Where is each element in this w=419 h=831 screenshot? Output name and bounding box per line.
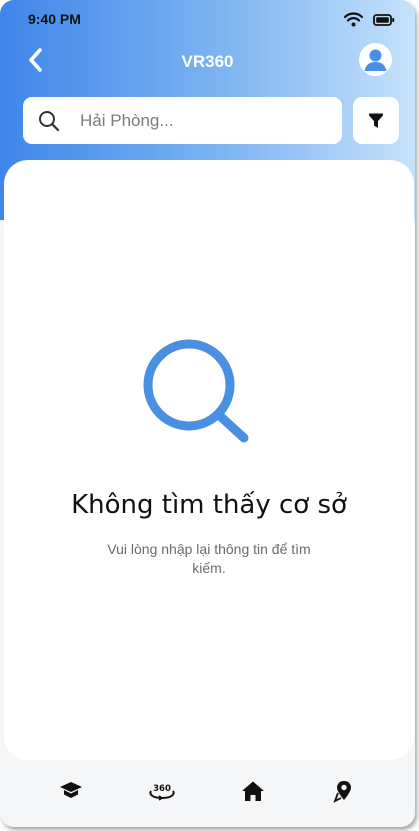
page-title: VR360 <box>181 52 234 71</box>
user-avatar-icon <box>364 49 387 71</box>
filter-button[interactable] <box>353 97 399 144</box>
search-icon <box>39 110 60 131</box>
app-frame: 9:40 PM VR360 Hải Phòng... Không tìm thấ… <box>0 0 415 827</box>
svg-text:360: 360 <box>153 784 171 794</box>
battery-icon <box>373 13 395 26</box>
empty-state-message: Vui lòng nhập lại thông tin để tìm kiếm. <box>107 541 311 576</box>
bottom-navigation: 360 <box>0 765 415 817</box>
filter-icon <box>369 113 383 128</box>
vr360-icon: 360 <box>149 784 175 801</box>
avatar-button[interactable] <box>359 43 392 76</box>
nav-item-education[interactable] <box>54 774 88 808</box>
status-time: 9:40 PM <box>28 11 81 27</box>
map-pin-icon <box>332 781 351 803</box>
empty-state-title: Không tìm thấy cơ sở <box>71 490 347 520</box>
nav-item-home[interactable] <box>236 774 270 808</box>
search-input[interactable] <box>78 109 322 132</box>
results-panel: Không tìm thấy cơ sở Vui lòng nhập lại t… <box>4 160 414 760</box>
nav-item-map[interactable] <box>327 774 361 808</box>
search-bar[interactable] <box>23 97 342 144</box>
nav-item-vr360[interactable]: 360 <box>145 774 179 808</box>
magnifier-icon <box>143 339 249 443</box>
home-icon <box>241 781 264 801</box>
graduation-cap-icon <box>60 782 83 798</box>
status-icons <box>344 12 395 27</box>
wifi-icon <box>344 12 363 27</box>
